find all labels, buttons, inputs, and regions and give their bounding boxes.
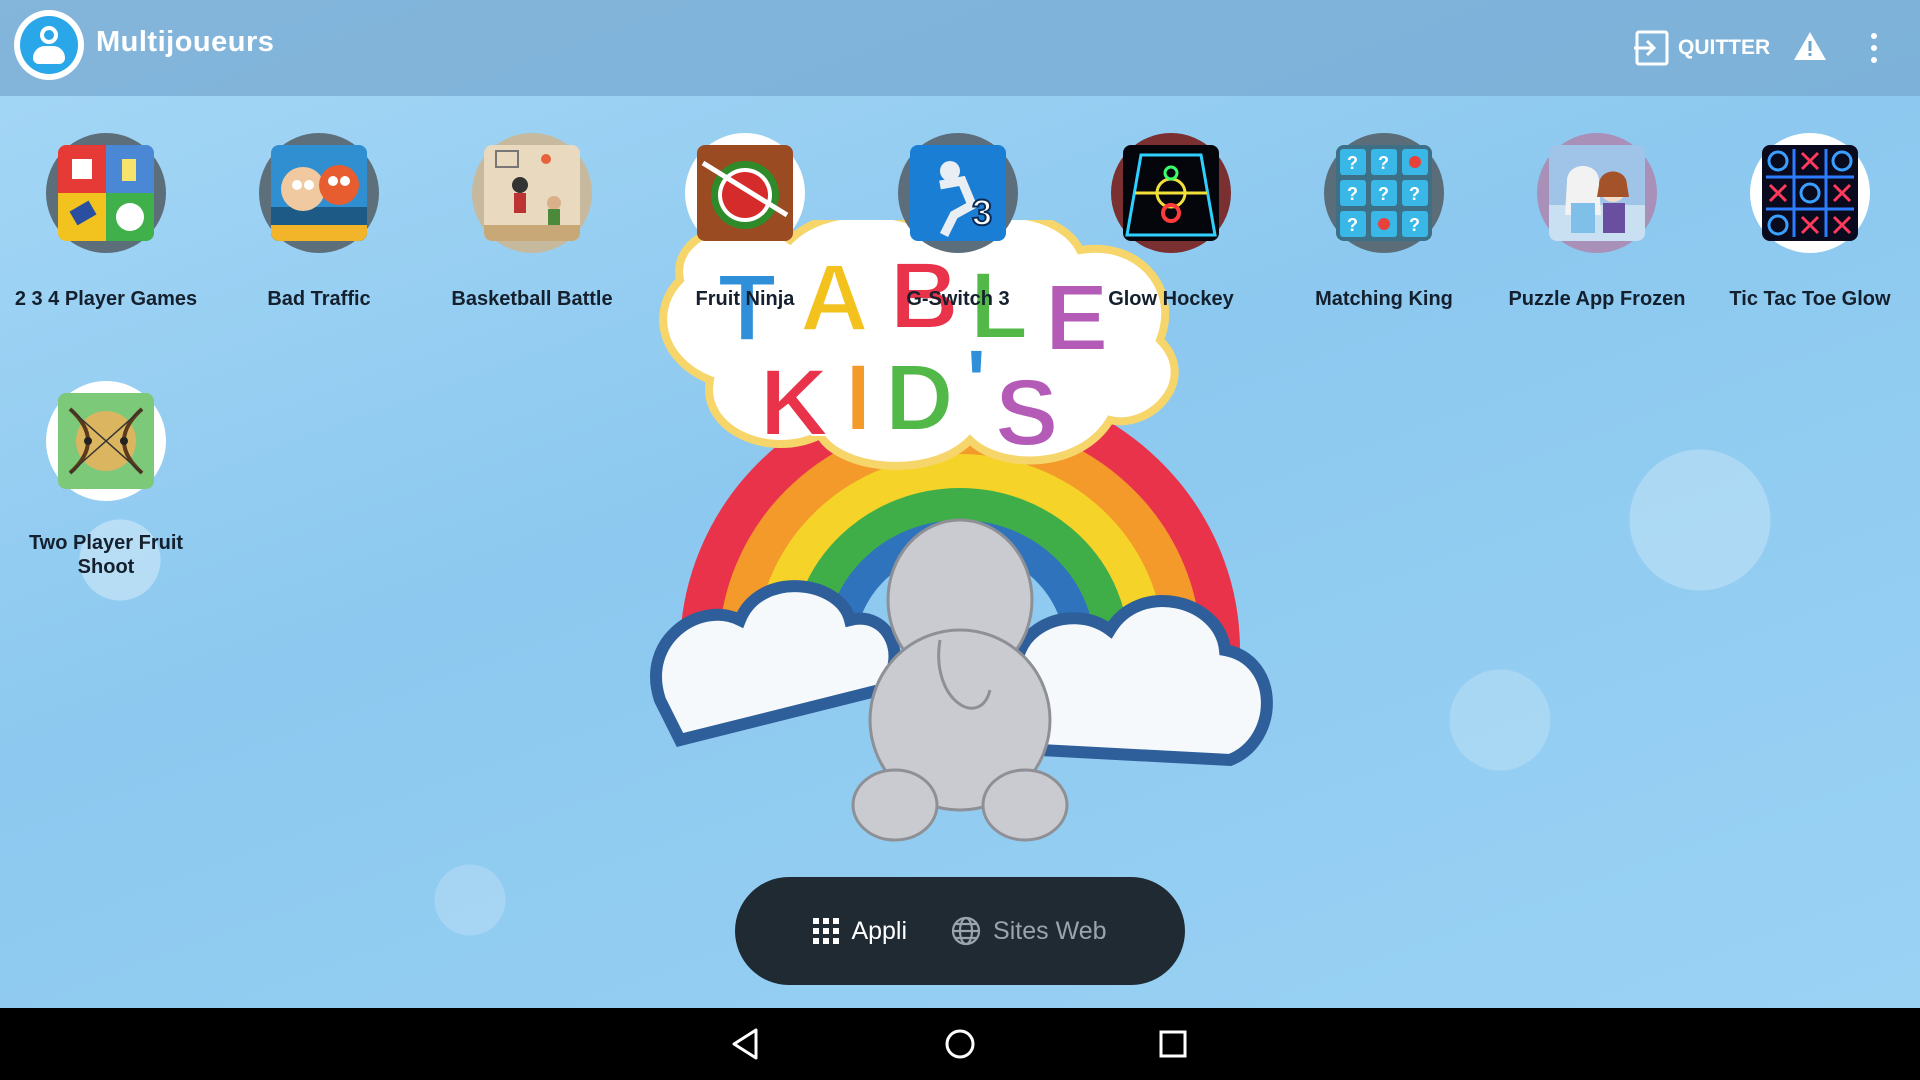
top-bar: Multijoueurs QUITTER	[0, 0, 1920, 96]
app-label: Basketball Battle	[451, 288, 613, 310]
more-vert-icon	[1871, 33, 1877, 39]
app-label: Bad Traffic	[267, 288, 371, 310]
app-item[interactable]: Basketball Battle	[432, 133, 632, 311]
app-label: Glow Hockey	[1108, 288, 1234, 310]
app-item[interactable]: Bad Traffic	[219, 133, 419, 311]
tab-sites-web[interactable]: Sites Web	[929, 916, 1128, 946]
g-switch-icon: 3	[910, 145, 1006, 241]
svg-text:': '	[965, 330, 988, 436]
app-label: Two Player Fruit Shoot	[28, 532, 184, 578]
svg-text:?: ?	[1378, 184, 1389, 204]
back-icon[interactable]	[728, 1026, 764, 1062]
svg-text:K: K	[760, 350, 829, 456]
basketball-battle-icon	[484, 145, 580, 241]
app-label: Puzzle App Frozen	[1508, 288, 1686, 310]
app-label: 2 3 4 Player Games	[14, 288, 198, 310]
app-item[interactable]: 2 3 4 Player Games	[6, 133, 206, 311]
tic-tac-toe-icon	[1762, 145, 1858, 241]
frozen-puzzle-icon	[1549, 145, 1645, 241]
quit-button[interactable]: QUITTER	[1634, 28, 1770, 68]
apps-grid-icon	[813, 918, 840, 944]
app-item[interactable]: Tic Tac Toe Glow	[1710, 133, 1910, 311]
svg-text:?: ?	[1378, 153, 1389, 173]
warning-button[interactable]	[1793, 30, 1827, 67]
app-item[interactable]: ?? ??? ?? Matching King	[1284, 133, 1484, 311]
app-label: Fruit Ninja	[695, 288, 795, 310]
exit-icon	[1634, 30, 1669, 66]
svg-text:D: D	[885, 345, 954, 451]
app-label: G-Switch 3	[906, 288, 1010, 310]
app-item[interactable]: Glow Hockey	[1071, 133, 1271, 311]
svg-text:S: S	[995, 360, 1058, 466]
svg-text:?: ?	[1409, 184, 1420, 204]
warning-icon	[1794, 32, 1826, 60]
tab-label: Appli	[851, 916, 908, 945]
svg-text:?: ?	[1409, 215, 1420, 235]
home-icon[interactable]	[942, 1026, 978, 1062]
more-options-button[interactable]	[1862, 28, 1886, 68]
globe-icon	[951, 916, 981, 946]
bad-traffic-icon	[271, 145, 367, 241]
svg-text:?: ?	[1347, 215, 1358, 235]
fruit-shoot-icon	[58, 393, 154, 489]
app-item[interactable]: Fruit Ninja	[645, 133, 845, 311]
matching-king-icon: ?? ??? ??	[1336, 145, 1432, 241]
recent-apps-icon[interactable]	[1155, 1026, 1191, 1062]
navigation-bar	[0, 1008, 1920, 1080]
tab-appli[interactable]: Appli	[791, 917, 929, 946]
app-item[interactable]: Two Player Fruit Shoot	[6, 381, 206, 579]
bottom-tab-bar: Appli Sites Web	[735, 877, 1185, 985]
svg-text:?: ?	[1347, 184, 1358, 204]
svg-text:?: ?	[1347, 153, 1358, 173]
app-item[interactable]: Puzzle App Frozen	[1497, 133, 1697, 311]
fruit-ninja-icon	[697, 145, 793, 241]
page-title: Multijoueurs	[96, 26, 275, 58]
table-kids-logo: T A B L E K I D ' S	[650, 220, 1273, 842]
tab-label: Sites Web	[993, 916, 1107, 945]
app-item[interactable]: 3 G-Switch 3	[858, 133, 1058, 311]
user-icon	[20, 16, 78, 74]
glow-hockey-icon	[1123, 145, 1219, 241]
profile-button[interactable]	[14, 10, 84, 80]
svg-text:3: 3	[972, 192, 992, 233]
svg-text:I: I	[845, 345, 871, 451]
multiplayer-games-icon	[58, 145, 154, 241]
app-label: Matching King	[1315, 288, 1453, 310]
quit-label: QUITTER	[1678, 36, 1771, 59]
home-screen: Multijoueurs QUITTER T A B L E K I D ' S…	[0, 0, 1920, 1008]
app-label: Tic Tac Toe Glow	[1729, 288, 1891, 310]
